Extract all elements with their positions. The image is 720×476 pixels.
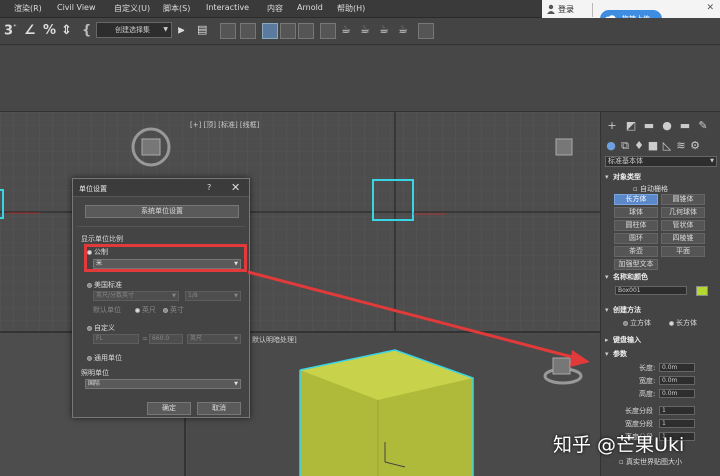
watermark-text: 知乎 @芒果Uki — [553, 434, 685, 456]
annotation-arrow — [247, 270, 590, 367]
